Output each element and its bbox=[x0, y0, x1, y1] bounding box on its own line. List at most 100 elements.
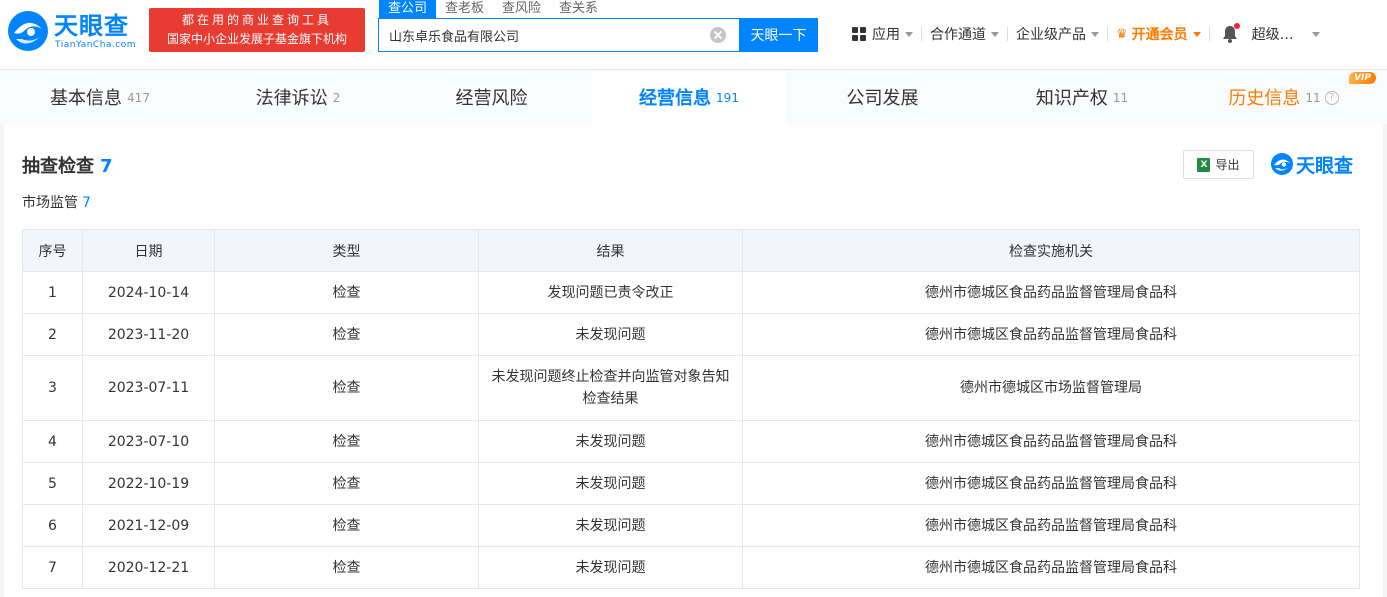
cell-date: 2023-07-11 bbox=[82, 355, 215, 421]
cell-result: 未发现问题 bbox=[478, 504, 743, 547]
col-header-authority: 检查实施机关 bbox=[742, 229, 1360, 272]
tab-business-info[interactable]: 经营信息 191 bbox=[592, 70, 786, 124]
col-header-type: 类型 bbox=[214, 229, 479, 272]
spot-check-panel: 抽查检查 7 市场监管 7 X 导出 天眼查 序号 日期 类型 结果 检查实施机关 bbox=[4, 124, 1383, 597]
cell-index: 4 bbox=[22, 420, 83, 463]
divider bbox=[1007, 27, 1008, 41]
divider bbox=[921, 27, 922, 41]
cell-date: 2020-12-21 bbox=[82, 546, 215, 589]
tab-business-risk[interactable]: 经营风险 bbox=[396, 70, 592, 124]
tianyancha-logo[interactable]: 天眼查 TianYanCha.com bbox=[6, 9, 142, 55]
cell-authority: 德州市德城区食品药品监督管理局食品科 bbox=[742, 462, 1360, 505]
tab-development[interactable]: 公司发展 bbox=[786, 70, 984, 124]
cell-index: 7 bbox=[22, 546, 83, 589]
cell-index: 6 bbox=[22, 504, 83, 547]
cell-authority: 德州市德城区食品药品监督管理局食品科 bbox=[742, 313, 1360, 356]
table-row: 2 2023-11-20 检查 未发现问题 德州市德城区食品药品监督管理局食品科 bbox=[22, 313, 1360, 356]
nav-enterprise[interactable]: 企业级产品 bbox=[1016, 24, 1099, 44]
cell-type: 检查 bbox=[214, 355, 479, 421]
search-tab-company[interactable]: 查公司 bbox=[379, 0, 437, 18]
tab-label: 历史信息 bbox=[1228, 88, 1301, 109]
notification-bell[interactable] bbox=[1222, 23, 1240, 43]
cell-type: 检查 bbox=[214, 546, 479, 589]
top-nav: 应用 合作通道 企业级产品 ♛ 开通会员 超级… bbox=[852, 20, 1320, 48]
cell-authority: 德州市德城区食品药品监督管理局食品科 bbox=[742, 420, 1360, 463]
cell-result: 未发现问题 bbox=[478, 546, 743, 589]
search-box: 天眼一下 bbox=[378, 18, 818, 52]
excel-icon: X bbox=[1197, 157, 1211, 172]
nav-enterprise-label: 企业级产品 bbox=[1016, 27, 1086, 43]
cell-date: 2024-10-14 bbox=[82, 271, 215, 314]
tab-basic-info[interactable]: 基本信息 417 bbox=[0, 70, 200, 124]
section-title-text: 抽查检查 bbox=[22, 156, 94, 177]
tab-label: 公司发展 bbox=[846, 88, 919, 109]
tab-legal[interactable]: 法律诉讼 2 bbox=[200, 70, 396, 124]
notification-dot bbox=[1233, 23, 1240, 29]
promo-line-1: 都在用的商业查询工具 bbox=[181, 13, 332, 27]
table-row: 6 2021-12-09 检查 未发现问题 德州市德城区食品药品监督管理局食品科 bbox=[22, 504, 1360, 547]
table-row: 3 2023-07-11 检查 未发现问题终止检查并向监管对象告知检查结果 德州… bbox=[22, 355, 1360, 421]
chevron-down-icon bbox=[1091, 31, 1099, 37]
section-count: 7 bbox=[100, 156, 113, 177]
export-label: 导出 bbox=[1215, 158, 1240, 172]
promo-line-2: 国家中小企业发展子基金旗下机构 bbox=[166, 32, 347, 46]
brand-text: 天眼查 bbox=[1296, 154, 1354, 177]
crown-icon: ♛ bbox=[1116, 26, 1128, 42]
tab-count: 417 bbox=[127, 91, 150, 105]
chevron-down-icon bbox=[991, 31, 999, 37]
nav-apps[interactable]: 应用 bbox=[852, 24, 913, 44]
promo-banner[interactable]: 都在用的商业查询工具 国家中小企业发展子基金旗下机构 bbox=[149, 8, 365, 52]
nav-vip[interactable]: ♛ 开通会员 bbox=[1116, 24, 1201, 44]
nav-vip-label: 开通会员 bbox=[1131, 27, 1188, 43]
tab-label: 基本信息 bbox=[50, 88, 123, 109]
nav-channel[interactable]: 合作通道 bbox=[930, 24, 999, 44]
sub-category: 市场监管 7 bbox=[22, 192, 91, 212]
tab-label: 经营信息 bbox=[639, 88, 712, 109]
tab-ip[interactable]: 知识产权 11 bbox=[984, 70, 1180, 124]
logo-domain: TianYanCha.com bbox=[55, 40, 137, 50]
user-menu[interactable]: 超级… bbox=[1252, 24, 1320, 44]
table-header-row: 序号 日期 类型 结果 检查实施机关 bbox=[22, 229, 1360, 272]
cell-authority: 德州市德城区市场监督管理局 bbox=[742, 355, 1360, 421]
nav-apps-label: 应用 bbox=[872, 27, 900, 43]
clear-icon[interactable] bbox=[710, 27, 726, 43]
cell-index: 5 bbox=[22, 462, 83, 505]
cell-type: 检查 bbox=[214, 462, 479, 505]
export-button[interactable]: X 导出 bbox=[1183, 150, 1254, 179]
user-name: 超级… bbox=[1251, 27, 1294, 43]
tab-history[interactable]: VIP 历史信息 11 ? bbox=[1180, 70, 1387, 124]
tab-label: 知识产权 bbox=[1035, 88, 1108, 109]
nav-channel-label: 合作通道 bbox=[930, 27, 986, 43]
tab-count: 2 bbox=[332, 91, 341, 105]
divider bbox=[1107, 27, 1108, 41]
cell-type: 检查 bbox=[214, 420, 479, 463]
vip-badge: VIP bbox=[1349, 72, 1376, 84]
search-tab-boss[interactable]: 查老板 bbox=[436, 0, 493, 18]
section-title: 抽查检查 7 bbox=[22, 152, 113, 178]
cell-result: 未发现问题 bbox=[478, 462, 743, 505]
cell-type: 检查 bbox=[214, 313, 479, 356]
col-header-date: 日期 bbox=[82, 229, 215, 272]
table-row: 4 2023-07-10 检查 未发现问题 德州市德城区食品药品监督管理局食品科 bbox=[22, 420, 1360, 463]
cell-date: 2021-12-09 bbox=[82, 504, 215, 547]
cell-result: 未发现问题 bbox=[478, 420, 743, 463]
chevron-down-icon bbox=[1311, 31, 1320, 37]
tab-label: 法律诉讼 bbox=[255, 88, 328, 109]
search-input[interactable] bbox=[379, 19, 719, 51]
col-header-result: 结果 bbox=[478, 229, 743, 272]
search-tab-relation[interactable]: 查关系 bbox=[550, 0, 607, 18]
logo-eye-icon bbox=[8, 11, 48, 51]
cell-type: 检查 bbox=[214, 271, 479, 314]
search-button[interactable]: 天眼一下 bbox=[739, 18, 818, 52]
search-type-tabs: 查公司 查老板 查风险 查关系 bbox=[379, 0, 607, 18]
divider bbox=[1208, 27, 1210, 41]
cell-authority: 德州市德城区食品药品监督管理局食品科 bbox=[742, 546, 1360, 589]
help-icon[interactable]: ? bbox=[1324, 91, 1339, 105]
cell-date: 2023-11-20 bbox=[82, 313, 215, 356]
chevron-down-icon bbox=[905, 31, 913, 37]
cell-index: 2 bbox=[22, 313, 83, 356]
logo-eye-icon bbox=[1271, 153, 1293, 175]
cell-type: 检查 bbox=[214, 504, 479, 547]
brand-watermark-logo: 天眼查 bbox=[1270, 150, 1353, 178]
search-tab-risk[interactable]: 查风险 bbox=[493, 0, 550, 18]
